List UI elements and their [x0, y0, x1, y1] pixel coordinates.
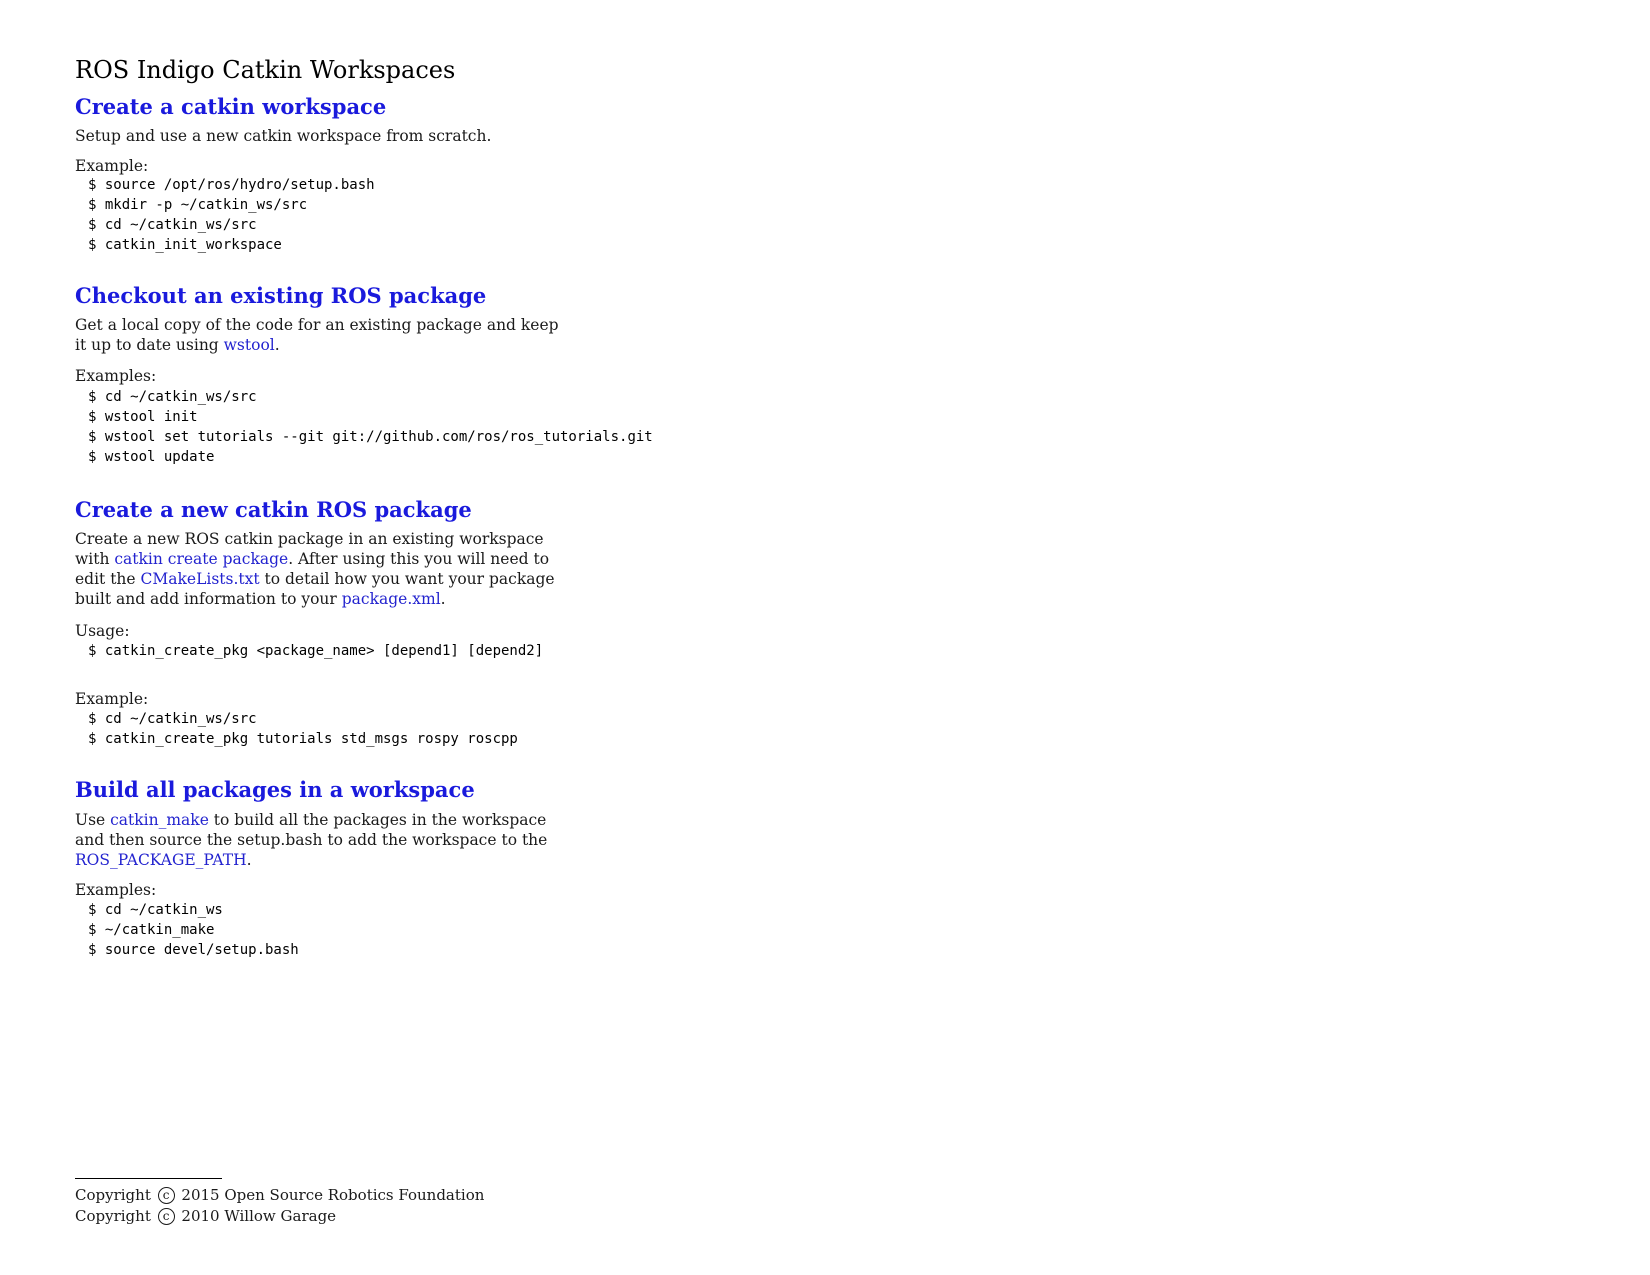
text-fragment: to build all the packages in the workspa… [208, 811, 547, 829]
text-fragment: . After using this you will need to [288, 550, 550, 568]
section-description-line: edit the CMakeLists.txt to detail how yo… [75, 569, 555, 589]
text-fragment: . [246, 851, 252, 869]
section-heading-create-workspace: Create a catkin workspace [75, 94, 387, 119]
section-heading-create-package: Create a new catkin ROS package [75, 497, 472, 522]
text-fragment: edit the [75, 570, 141, 588]
text-fragment: . [440, 590, 446, 608]
section-description-line: Use catkin_make to build all the package… [75, 810, 546, 830]
example-label: Example: [75, 690, 149, 708]
wstool-link[interactable]: wstool [224, 336, 275, 354]
copyright-symbol: c [157, 1187, 175, 1204]
example-label: Examples: [75, 367, 157, 385]
code-line: $ source /opt/ros/hydro/setup.bash [88, 177, 375, 193]
text-fragment: to detail how you want your package [259, 570, 555, 588]
code-line: $ ~/catkin_make [88, 922, 215, 938]
catkin-make-link[interactable]: catkin_make [110, 811, 209, 829]
copyright-symbol: c [157, 1208, 175, 1225]
section-description-line: Get a local copy of the code for an exis… [75, 316, 559, 334]
footnote-rule [75, 1178, 222, 1179]
code-line: $ source devel/setup.bash [88, 942, 299, 958]
copyright-text: 2015 Open Source Robotics Foundation [181, 1186, 485, 1204]
copyright-word: Copyright [75, 1186, 151, 1204]
copyright-line: Copyright c 2015 Open Source Robotics Fo… [75, 1186, 484, 1204]
code-line: $ catkin_init_workspace [88, 237, 282, 253]
copyright-word: Copyright [75, 1207, 151, 1225]
usage-label: Usage: [75, 622, 130, 640]
section-description-line: and then source the setup.bash to add th… [75, 831, 548, 849]
package-xml-link[interactable]: package.xml [342, 590, 441, 608]
text-fragment: built and add information to your [75, 590, 342, 608]
text-fragment: Use [75, 811, 111, 829]
catkin-create-package-link[interactable]: catkin create package [114, 550, 288, 568]
copyright-line: Copyright c 2010 Willow Garage [75, 1207, 336, 1225]
code-line: $ cd ~/catkin_ws/src [88, 711, 257, 727]
text-fragment: with [75, 550, 115, 568]
code-line: $ cd ~/catkin_ws/src [88, 389, 257, 405]
section-description-line: Create a new ROS catkin package in an ex… [75, 530, 544, 548]
code-line: $ wstool set tutorials --git git://githu… [88, 429, 653, 445]
section-description-line: it up to date using wstool. [75, 335, 280, 355]
code-line: $ cd ~/catkin_ws [88, 902, 223, 918]
code-line: $ wstool update [88, 449, 215, 465]
text-fragment: . [274, 336, 280, 354]
section-description-line: built and add information to your packag… [75, 589, 446, 609]
cmakelists-link[interactable]: CMakeLists.txt [141, 570, 260, 588]
code-line: $ wstool init [88, 409, 198, 425]
example-label: Examples: [75, 881, 157, 899]
code-line: $ mkdir -p ~/catkin_ws/src [88, 197, 308, 213]
code-line: $ catkin_create_pkg tutorials std_msgs r… [88, 731, 518, 747]
code-line: $ cd ~/catkin_ws/src [88, 217, 257, 233]
example-label: Example: [75, 157, 149, 175]
section-heading-build-packages: Build all packages in a workspace [75, 777, 475, 802]
section-heading-checkout-package: Checkout an existing ROS package [75, 283, 487, 308]
section-description-line: ROS_PACKAGE_PATH. [75, 850, 252, 870]
section-description-line: with catkin create package. After using … [75, 549, 549, 569]
code-line: $ catkin_create_pkg <package_name> [depe… [88, 643, 544, 659]
ros-package-path-link[interactable]: ROS_PACKAGE_PATH [75, 851, 247, 869]
copyright-text: 2010 Willow Garage [181, 1207, 337, 1225]
text-fragment: it up to date using [75, 336, 224, 354]
page-title: ROS Indigo Catkin Workspaces [75, 56, 456, 84]
section-description: Setup and use a new catkin workspace fro… [75, 127, 492, 145]
